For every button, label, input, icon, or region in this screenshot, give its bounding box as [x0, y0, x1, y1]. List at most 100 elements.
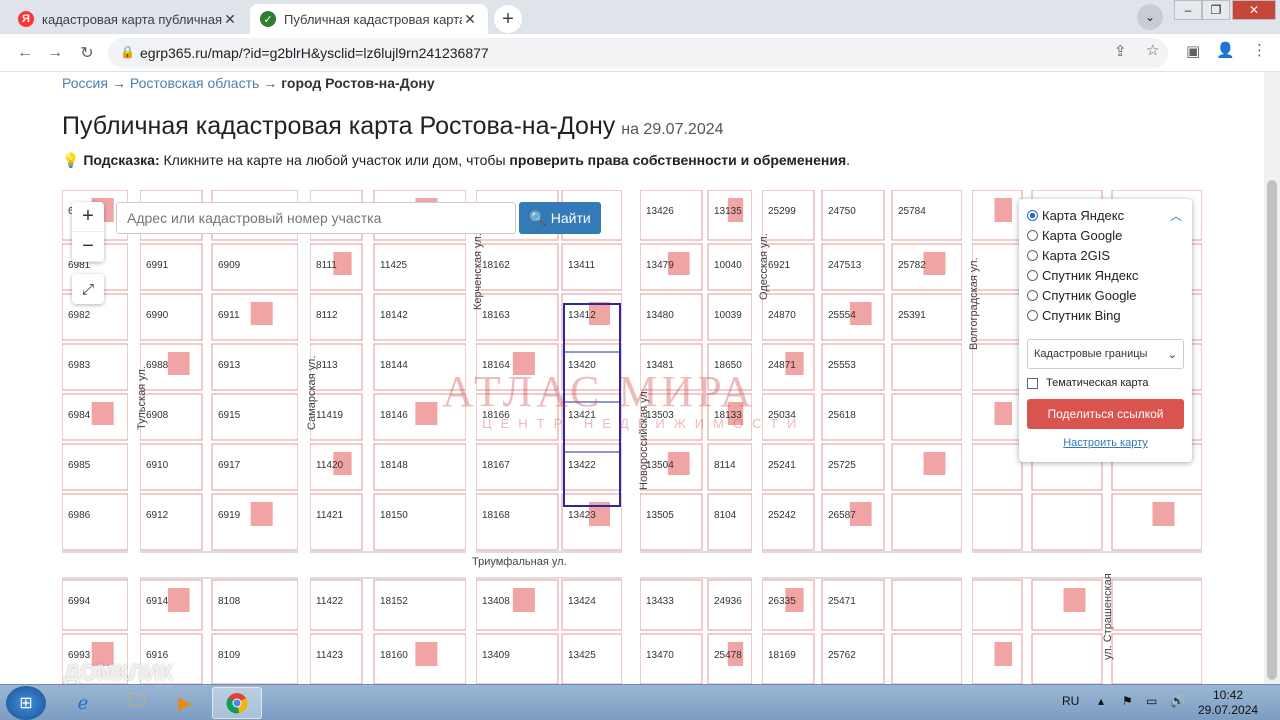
plot-number-label[interactable]: 26587: [828, 510, 856, 521]
plot-number-label[interactable]: 6994: [68, 596, 90, 607]
radio-icon[interactable]: [1027, 229, 1038, 241]
plot-number-label[interactable]: 25725: [828, 460, 856, 471]
plot-number-label[interactable]: 13480: [646, 310, 674, 321]
plot-number-label[interactable]: 11423: [316, 650, 343, 661]
plot-number-label[interactable]: 8114: [714, 460, 736, 471]
radio-icon[interactable]: [1027, 289, 1038, 301]
plot-number-label[interactable]: 25242: [768, 510, 796, 521]
plot-number-label[interactable]: 6919: [218, 510, 240, 521]
system-clock[interactable]: 10:42 29.07.2024: [1198, 688, 1258, 718]
plot-number-label[interactable]: 18150: [380, 510, 408, 521]
plot-number-label[interactable]: 8104: [714, 510, 736, 521]
plot-number-label[interactable]: 13470: [646, 650, 674, 661]
plot-number-label[interactable]: 13504: [646, 460, 674, 471]
plot-number-label[interactable]: 8112: [316, 310, 338, 321]
plot-number-label[interactable]: 18167: [482, 460, 510, 471]
plot-number-label[interactable]: 11419: [316, 410, 343, 421]
breadcrumb-rostov-region[interactable]: Ростовская область: [130, 75, 259, 91]
plot-number-label[interactable]: 13422: [568, 460, 596, 471]
profile-avatar-icon[interactable]: 👤: [1216, 41, 1235, 59]
plot-number-label[interactable]: 13425: [568, 650, 596, 661]
plot-number-label[interactable]: 6982: [68, 310, 90, 321]
maximize-button[interactable]: ❐: [1202, 0, 1230, 20]
plot-number-label[interactable]: 13409: [482, 650, 510, 661]
plot-number-label[interactable]: 6921: [768, 260, 790, 271]
radio-icon[interactable]: [1027, 209, 1038, 221]
plot-number-label[interactable]: 6986: [68, 510, 90, 521]
configure-map-link[interactable]: Настроить карту: [1027, 437, 1184, 449]
plot-number-label[interactable]: 18163: [482, 310, 510, 321]
fullscreen-icon[interactable]: ⤢: [72, 274, 104, 304]
lock-icon[interactable]: 🔒: [120, 45, 135, 59]
close-tab-icon[interactable]: ✕: [462, 11, 478, 28]
share-link-button[interactable]: Поделиться ссылкой: [1027, 399, 1184, 429]
plot-number-label[interactable]: 18160: [380, 650, 408, 661]
plot-number-label[interactable]: 6985: [68, 460, 90, 471]
plot-number-label[interactable]: 8109: [218, 650, 240, 661]
menu-kebab-icon[interactable]: ⋮: [1252, 41, 1267, 59]
plot-number-label[interactable]: 6984: [68, 410, 90, 421]
tab-public-cadastral-map[interactable]: ✓ Публичная кадастровая карта Р ✕: [250, 4, 488, 34]
plot-number-label[interactable]: 13423: [568, 510, 596, 521]
plot-number-label[interactable]: 25478: [714, 650, 742, 661]
plot-number-label[interactable]: 6988: [146, 360, 168, 371]
zoom-out-button[interactable]: −: [72, 232, 104, 262]
plot-number-label[interactable]: 6990: [146, 310, 168, 321]
plot-number-label[interactable]: 13135: [714, 206, 742, 217]
plot-number-label[interactable]: 8113: [316, 360, 338, 371]
plot-number-label[interactable]: 25471: [828, 596, 856, 607]
plot-number-label[interactable]: 11425: [380, 260, 407, 271]
plot-number-label[interactable]: 18169: [768, 650, 796, 661]
plot-number-label[interactable]: 11422: [316, 596, 343, 607]
plot-number-label[interactable]: 24936: [714, 596, 742, 607]
plot-number-label[interactable]: 13426: [646, 206, 674, 217]
media-player-icon[interactable]: ▶: [160, 687, 210, 719]
overlay-select[interactable]: Кадастровые границы ⌄: [1027, 339, 1184, 369]
close-tab-icon[interactable]: ✕: [222, 11, 238, 28]
plot-number-label[interactable]: 13424: [568, 596, 596, 607]
plot-number-label[interactable]: 10039: [714, 310, 742, 321]
plot-number-label[interactable]: 25553: [828, 360, 856, 371]
breadcrumb-russia[interactable]: Россия: [62, 75, 108, 91]
plot-number-label[interactable]: 24870: [768, 310, 796, 321]
file-explorer-icon[interactable]: 🗀: [112, 687, 162, 719]
plot-number-label[interactable]: 18152: [380, 596, 408, 607]
minimize-button[interactable]: –: [1174, 0, 1202, 20]
network-icon[interactable]: ▭: [1146, 694, 1157, 708]
share-icon[interactable]: ⇪: [1114, 42, 1127, 60]
plot-number-label[interactable]: 25618: [828, 410, 856, 421]
plot-number-label[interactable]: 13479: [646, 260, 674, 271]
plot-number-label[interactable]: 25299: [768, 206, 796, 217]
action-center-icon[interactable]: ⚑: [1122, 694, 1133, 708]
chrome-icon[interactable]: [212, 687, 262, 719]
show-hidden-icons[interactable]: ▴: [1098, 694, 1104, 708]
plot-number-label[interactable]: 8111: [316, 260, 337, 271]
plot-number-label[interactable]: 6914: [146, 596, 168, 607]
tab-search-icon[interactable]: ⌄: [1137, 4, 1163, 30]
forward-icon[interactable]: →: [42, 40, 68, 66]
radio-icon[interactable]: [1027, 309, 1038, 321]
plot-number-label[interactable]: 6917: [218, 460, 240, 471]
plot-number-label[interactable]: 6913: [218, 360, 240, 371]
plot-number-label[interactable]: 18168: [482, 510, 510, 521]
language-indicator[interactable]: RU: [1062, 694, 1079, 708]
url-input[interactable]: 🔒 egrp365.ru/map/?id=g2blrH&ysclid=lz6lu…: [108, 38, 1168, 68]
layer-option-yandex-satellite[interactable]: Спутник Яндекс: [1027, 265, 1184, 285]
new-tab-button[interactable]: +: [494, 5, 522, 33]
plot-number-label[interactable]: 6915: [218, 410, 240, 421]
chevron-up-icon[interactable]: ︿: [1170, 207, 1182, 224]
plot-number-label[interactable]: 6910: [146, 460, 168, 471]
page-scrollbar[interactable]: [1264, 72, 1280, 684]
plot-number-label[interactable]: 18148: [380, 460, 408, 471]
layer-option-google-map[interactable]: Карта Google: [1027, 225, 1184, 245]
internet-explorer-icon[interactable]: ℯ: [58, 687, 108, 719]
bookmark-star-icon[interactable]: ☆: [1146, 41, 1159, 59]
plot-number-label[interactable]: 10040: [714, 260, 742, 271]
checkbox-icon[interactable]: [1027, 377, 1038, 389]
plot-number-label[interactable]: 11421: [316, 510, 343, 521]
plot-number-label[interactable]: 8108: [218, 596, 240, 607]
plot-number-label[interactable]: 18142: [380, 310, 408, 321]
plot-number-label[interactable]: 6908: [146, 410, 168, 421]
plot-number-label[interactable]: 25782: [898, 260, 926, 271]
plot-number-label[interactable]: 6909: [218, 260, 240, 271]
